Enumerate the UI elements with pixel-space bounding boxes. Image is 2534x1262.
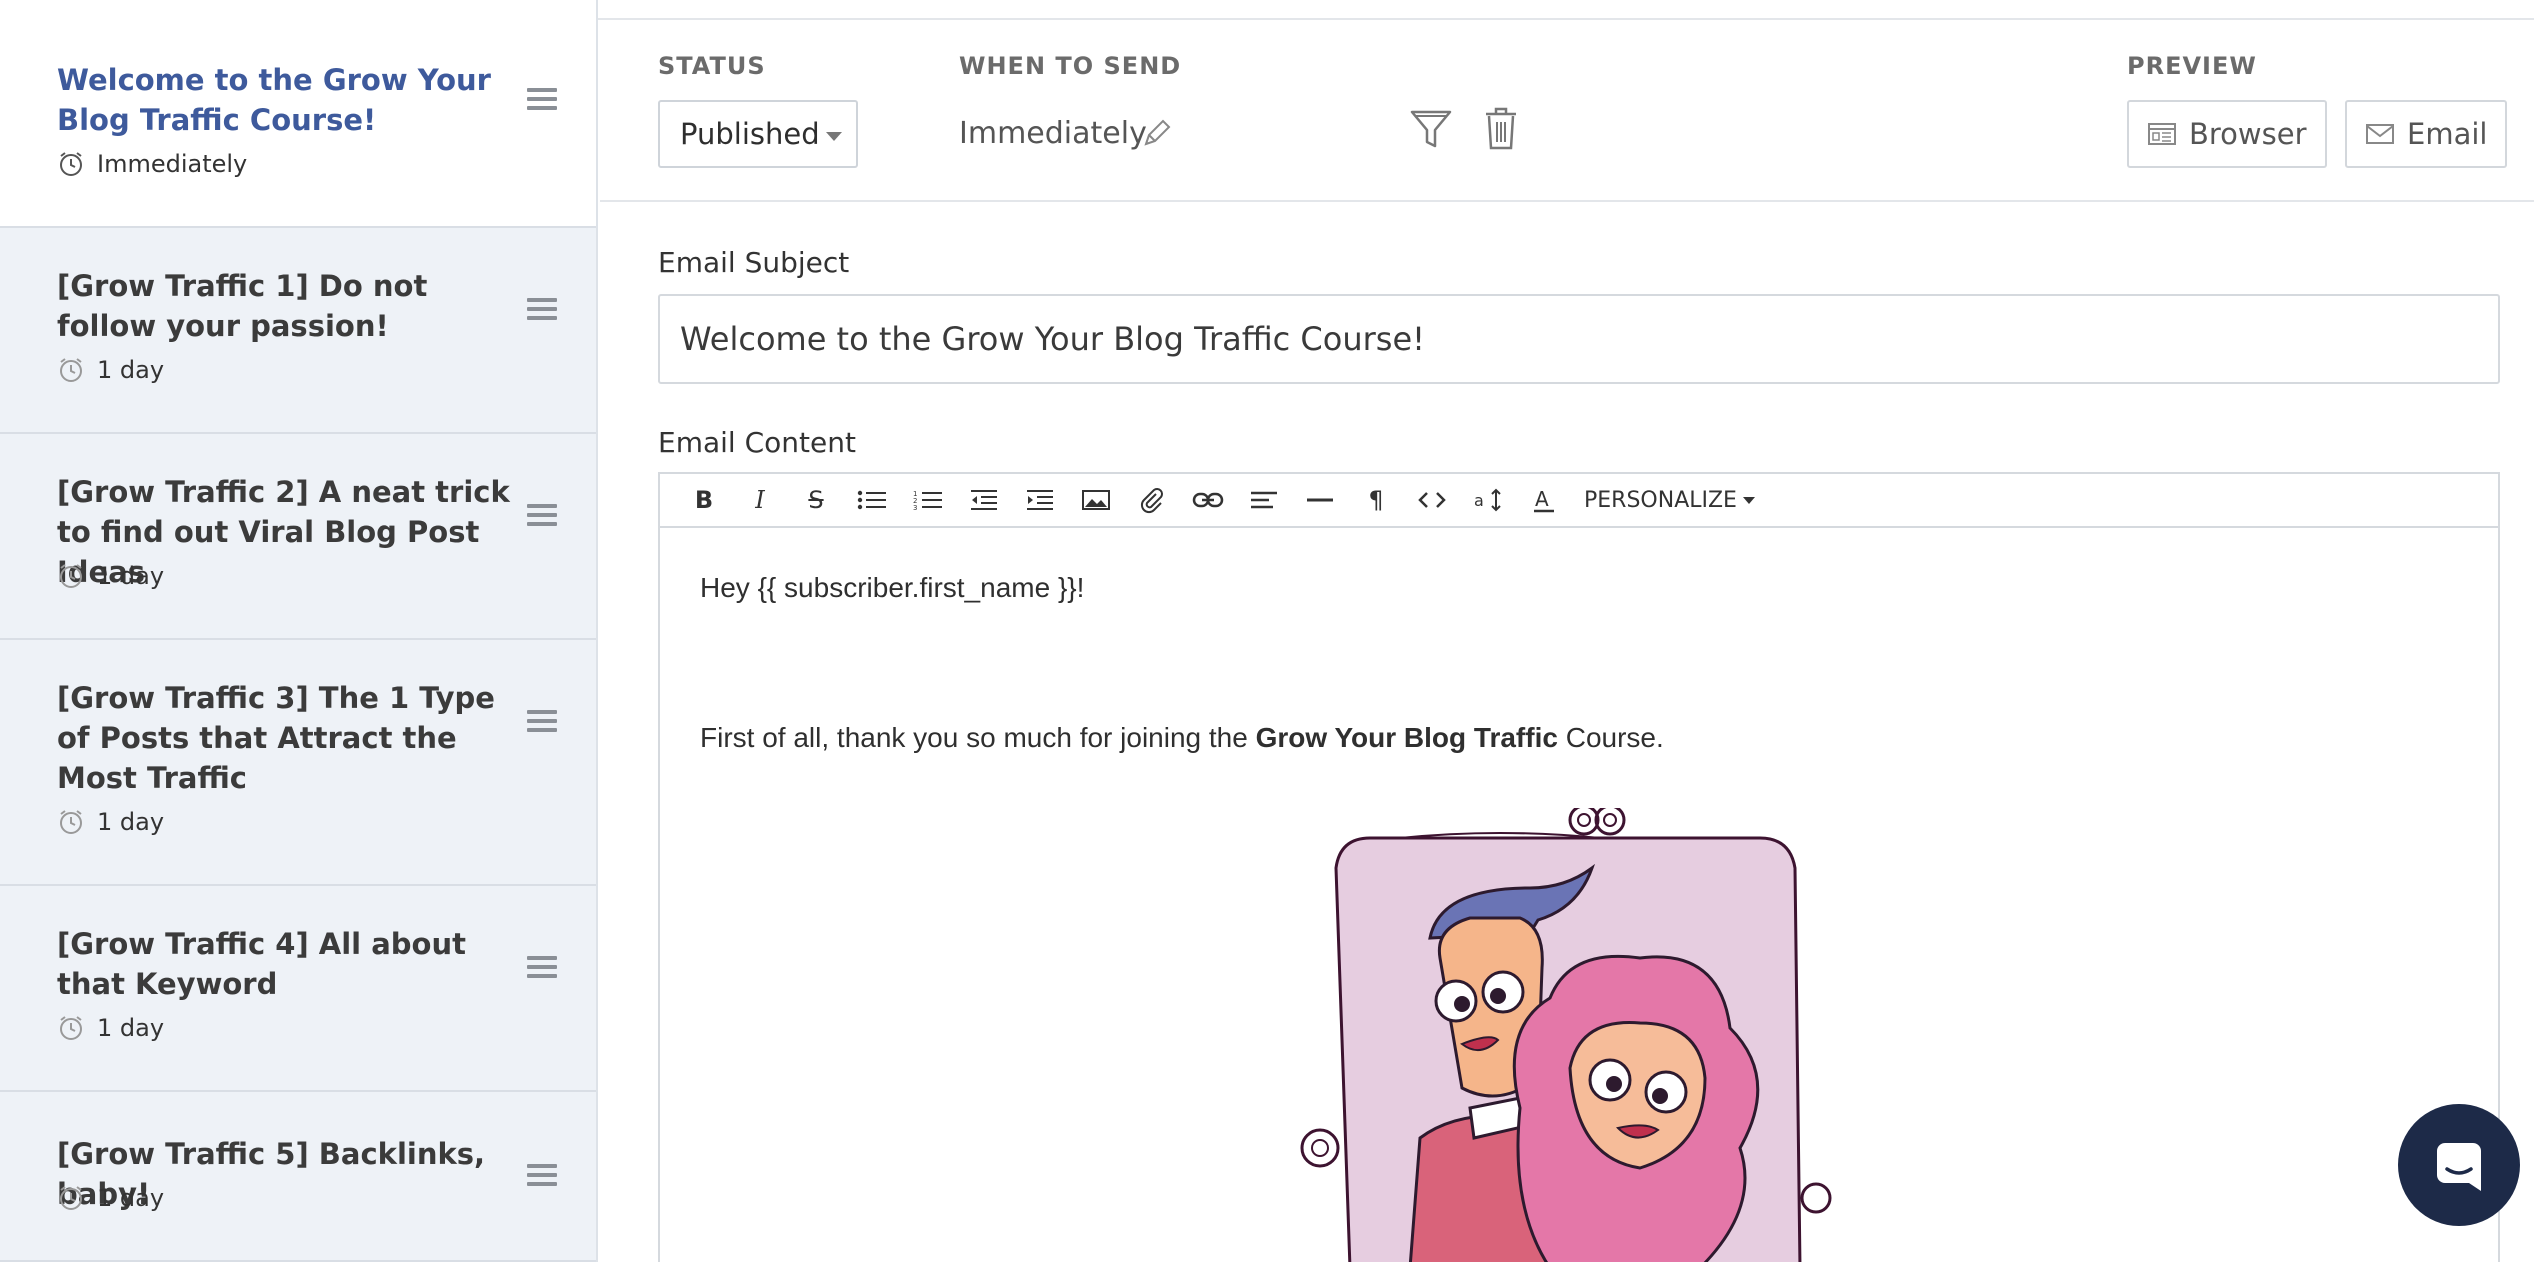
email-subject-label: Email Subject — [658, 246, 850, 279]
email-intro-paragraph: First of all, thank you so much for join… — [700, 722, 1664, 753]
preview-email-button[interactable]: Email — [2345, 100, 2508, 168]
drag-handle-icon[interactable] — [527, 1164, 557, 1188]
email-content-label: Email Content — [658, 426, 856, 459]
trash-icon[interactable] — [1482, 104, 1520, 152]
drag-handle-icon[interactable] — [527, 956, 557, 980]
sequence-item-delay: 1 day — [57, 1014, 164, 1042]
chevron-down-icon — [1742, 496, 1755, 504]
alarm-clock-icon — [60, 1186, 82, 1210]
strikethrough-button[interactable]: S — [788, 478, 844, 522]
sequence-item-title: [Grow Traffic 1] Do not follow your pass… — [57, 269, 428, 343]
attachment-icon[interactable] — [1124, 478, 1180, 522]
filter-icon[interactable] — [1408, 106, 1454, 152]
editor-toolbar: B I S 123 ¶ a A PERSONALIZE — [660, 474, 2498, 528]
sequence-item[interactable]: [Grow Traffic 4] All about that Keyword … — [0, 886, 596, 1092]
status-value: Published — [680, 117, 820, 151]
email-greeting: Hey {{ subscriber.first_name }}! — [700, 572, 1085, 603]
image-icon[interactable] — [1068, 478, 1124, 522]
alarm-clock-icon — [60, 358, 82, 382]
indent-icon[interactable] — [1012, 478, 1068, 522]
alarm-clock-icon — [60, 564, 82, 588]
svg-text:a: a — [1474, 491, 1484, 510]
drag-handle-icon[interactable] — [527, 298, 557, 322]
when-to-send-value[interactable]: Immediately — [959, 116, 1147, 151]
paragraph-icon[interactable]: ¶ — [1348, 478, 1404, 522]
sequence-item-delay: Immediately — [57, 150, 247, 178]
sequence-item-delay: 1 day — [57, 808, 164, 836]
sequence-item[interactable]: [Grow Traffic 3] The 1 Type of Posts tha… — [0, 640, 596, 886]
sequence-item-title: Welcome to the Grow Your Blog Traffic Co… — [57, 63, 491, 137]
drag-handle-icon[interactable] — [527, 88, 557, 112]
chat-launcher-button[interactable] — [2398, 1104, 2520, 1226]
svg-text:A: A — [1535, 487, 1549, 511]
font-size-icon[interactable]: a — [1460, 478, 1516, 522]
numbered-list-icon[interactable]: 123 — [900, 478, 956, 522]
alarm-clock-icon — [60, 152, 82, 176]
bold-button[interactable]: B — [676, 478, 732, 522]
code-icon[interactable] — [1404, 478, 1460, 522]
drag-handle-icon[interactable] — [527, 504, 557, 528]
browser-window-icon — [2148, 123, 2176, 145]
text-color-icon[interactable]: A — [1516, 478, 1572, 522]
rich-text-editor: B I S 123 ¶ a A PERSONALIZE Hey {{subsc… — [658, 472, 2500, 1262]
couple-illustration — [1300, 808, 1832, 1262]
sequence-item-title: [Grow Traffic 3] The 1 Type of Posts tha… — [57, 681, 495, 795]
email-body[interactable]: Hey {{ subscriber.first_name }}! First o… — [700, 528, 2460, 1262]
horizontal-rule-icon[interactable] — [1292, 478, 1348, 522]
email-settings-bar: STATUS Published WHEN TO SEND Immediatel… — [600, 20, 2534, 202]
email-editor-panel: STATUS Published WHEN TO SEND Immediatel… — [600, 20, 2534, 1262]
alarm-clock-icon — [60, 1016, 82, 1040]
preview-browser-button[interactable]: Browser — [2127, 100, 2327, 168]
email-subject-input[interactable] — [658, 294, 2500, 384]
chat-icon — [2437, 1143, 2481, 1191]
sequence-item[interactable]: Welcome to the Grow Your Blog Traffic Co… — [0, 0, 596, 228]
sequence-item[interactable]: [Grow Traffic 5] Backlinks, baby! 1 day — [0, 1092, 596, 1262]
align-left-icon[interactable] — [1236, 478, 1292, 522]
sequence-item-delay: 1 day — [57, 1184, 164, 1212]
alarm-clock-icon — [60, 810, 82, 834]
email-sequence-sidebar: Welcome to the Grow Your Blog Traffic Co… — [0, 0, 598, 1262]
personalize-dropdown[interactable]: PERSONALIZE — [1572, 488, 1755, 513]
link-icon[interactable] — [1180, 478, 1236, 522]
bullet-list-icon[interactable] — [844, 478, 900, 522]
sequence-item-delay: 1 day — [57, 356, 164, 384]
sequence-item-delay: 1 day — [57, 562, 164, 590]
pencil-icon[interactable] — [1140, 116, 1174, 150]
italic-button[interactable]: I — [732, 478, 788, 522]
when-to-send-label: WHEN TO SEND — [959, 52, 1182, 80]
preview-label: PREVIEW — [2127, 52, 2257, 80]
sequence-item-title: [Grow Traffic 4] All about that Keyword — [57, 927, 466, 1001]
status-label: STATUS — [658, 52, 766, 80]
sequence-item[interactable]: [Grow Traffic 1] Do not follow your pass… — [0, 228, 596, 434]
chevron-down-icon — [826, 132, 842, 141]
envelope-icon — [2366, 124, 2394, 144]
status-dropdown[interactable]: Published — [658, 100, 858, 168]
outdent-icon[interactable] — [956, 478, 1012, 522]
svg-text:3: 3 — [913, 504, 917, 511]
drag-handle-icon[interactable] — [527, 710, 557, 734]
sequence-item[interactable]: [Grow Traffic 2] A neat trick to find ou… — [0, 434, 596, 640]
